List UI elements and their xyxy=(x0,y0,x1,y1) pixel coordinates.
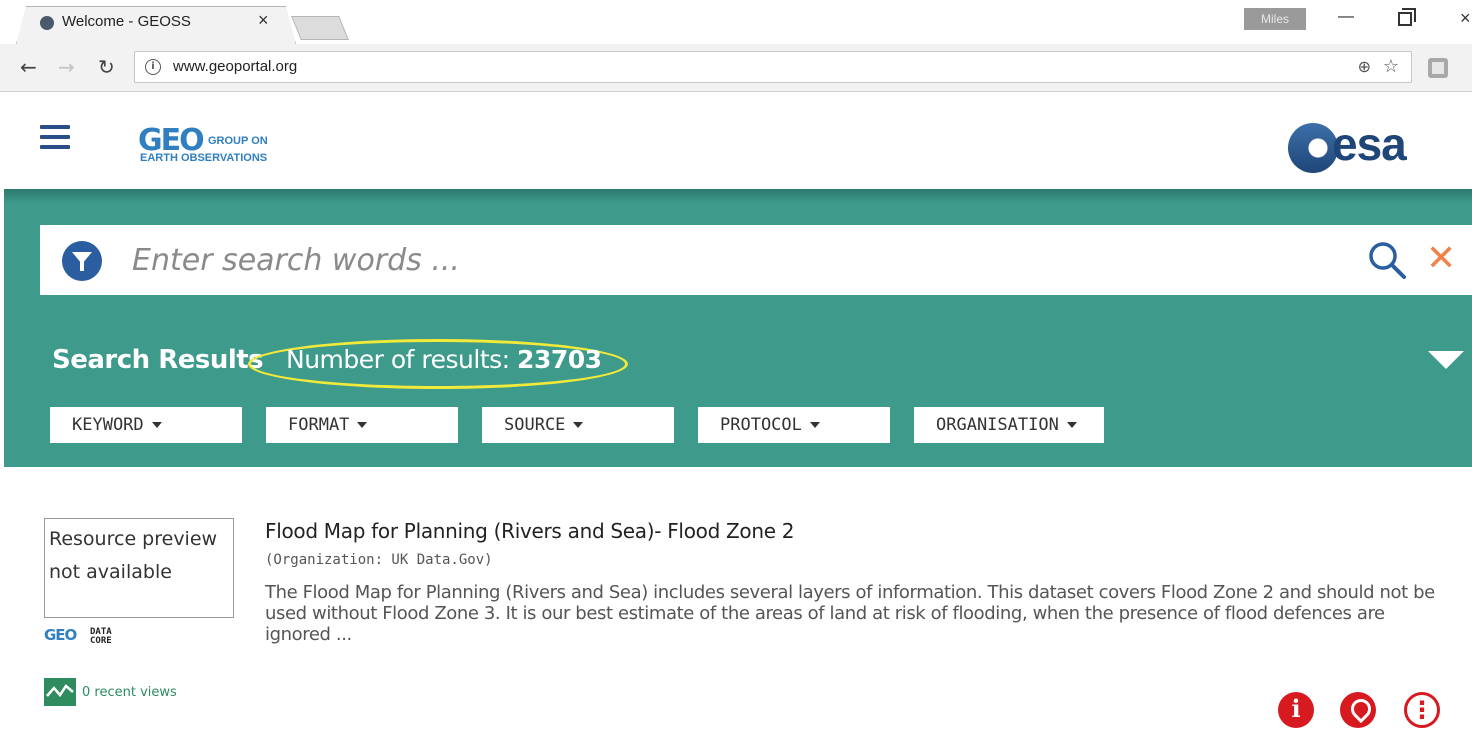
resource-preview: Resource preview not available xyxy=(44,518,234,618)
esa-globe-icon xyxy=(1288,123,1338,173)
caret-down-icon xyxy=(573,422,584,428)
more-options-icon[interactable] xyxy=(1404,692,1440,728)
search-box: ✕ xyxy=(40,225,1472,295)
result-description: The Flood Map for Planning (Rivers and S… xyxy=(265,582,1435,645)
reload-icon[interactable]: ↻ xyxy=(98,55,115,79)
new-tab-button[interactable] xyxy=(291,16,349,40)
facet-source-dropdown[interactable]: SOURCE xyxy=(482,407,674,443)
search-panel: ✕ Search Results Number of results: 2370… xyxy=(4,189,1472,467)
site-header: GEO GROUP ON EARTH OBSERVATIONS esa xyxy=(0,93,1472,189)
window-minimize-button[interactable]: — xyxy=(1336,8,1356,32)
extension-icon[interactable] xyxy=(1428,58,1448,78)
facet-format-dropdown[interactable]: FORMAT xyxy=(266,407,458,443)
result-title-link[interactable]: Flood Map for Planning (Rivers and Sea)-… xyxy=(265,519,795,543)
geo-logo-line2: EARTH OBSERVATIONS xyxy=(140,152,268,164)
caret-down-icon xyxy=(151,422,162,428)
caret-down-icon xyxy=(357,422,368,428)
facet-label: PROTOCOL xyxy=(720,415,802,435)
facet-organisation-dropdown[interactable]: ORGANISATION xyxy=(914,407,1104,443)
filter-icon[interactable] xyxy=(62,241,102,281)
recent-views-link[interactable]: 0 recent views xyxy=(82,685,177,700)
datacore-logo-text: DATA CORE xyxy=(90,627,112,646)
expand-results-chevron-icon[interactable] xyxy=(1428,351,1464,369)
info-icon[interactable] xyxy=(1278,692,1314,728)
profile-badge[interactable]: Miles xyxy=(1244,8,1306,30)
facet-label: SOURCE xyxy=(504,415,566,435)
geo-datacore-logo: GEO DATA CORE xyxy=(44,626,144,650)
site-info-icon[interactable]: i xyxy=(145,59,161,75)
facet-protocol-dropdown[interactable]: PROTOCOL xyxy=(698,407,890,443)
map-pin-icon[interactable] xyxy=(1340,692,1376,728)
esa-logo-text: esa xyxy=(1332,118,1407,170)
caret-down-icon xyxy=(809,422,820,428)
preview-unavailable-text: Resource preview not available xyxy=(49,528,218,583)
facet-label: FORMAT xyxy=(288,415,350,435)
results-count-label: Number of results: xyxy=(286,345,510,374)
datacore-logo-mark: GEO xyxy=(44,626,77,644)
menu-hamburger-icon[interactable] xyxy=(40,125,70,153)
url-text[interactable]: www.geoportal.org xyxy=(173,58,297,75)
activity-chart-icon xyxy=(44,678,76,706)
geo-logo-line1: GROUP ON xyxy=(208,135,268,147)
browser-toolbar: ← → ↻ i www.geoportal.org ⊕ ☆ xyxy=(0,44,1472,92)
tab-title: Welcome - GEOSS xyxy=(62,13,191,30)
bookmark-star-icon[interactable]: ☆ xyxy=(1383,56,1399,77)
caret-down-icon xyxy=(1066,422,1077,428)
search-icon[interactable] xyxy=(1368,241,1406,279)
results-count: Number of results: 23703 xyxy=(286,345,602,374)
address-bar[interactable]: i www.geoportal.org ⊕ ☆ xyxy=(134,51,1412,83)
window-close-button[interactable]: × xyxy=(1460,8,1471,29)
facet-keyword-dropdown[interactable]: KEYWORD xyxy=(50,407,242,443)
esa-logo[interactable]: esa xyxy=(1288,118,1438,175)
search-results-title: Search Results xyxy=(52,345,264,375)
site-favicon-icon xyxy=(40,16,54,30)
browser-tab-bar: Welcome - GEOSS × Miles — × xyxy=(0,0,1472,44)
search-input[interactable] xyxy=(132,239,1332,281)
back-arrow-icon[interactable]: ← xyxy=(20,55,37,79)
facet-label: ORGANISATION xyxy=(936,415,1059,435)
results-count-value: 23703 xyxy=(517,345,602,374)
geo-logo[interactable]: GEO GROUP ON EARTH OBSERVATIONS xyxy=(138,123,298,167)
result-organization: (Organization: UK Data.Gov) xyxy=(265,552,493,568)
facet-label: KEYWORD xyxy=(72,415,144,435)
window-restore-button[interactable] xyxy=(1398,8,1416,26)
zoom-icon[interactable]: ⊕ xyxy=(1358,57,1371,76)
tab-close-icon[interactable]: × xyxy=(258,10,269,31)
clear-search-icon[interactable]: ✕ xyxy=(1426,239,1456,279)
forward-arrow-icon[interactable]: → xyxy=(58,55,75,79)
